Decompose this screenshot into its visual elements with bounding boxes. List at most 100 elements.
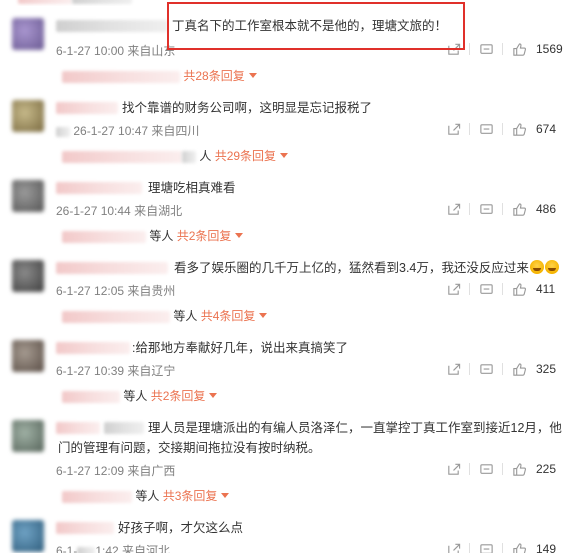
reply-expand-caret[interactable]: [235, 233, 244, 238]
like-icon[interactable]: [505, 200, 533, 218]
comment-icon[interactable]: [472, 460, 500, 478]
comment-actions: 411: [439, 280, 564, 298]
comment-meta: 6-1-27 10:00 来自山东: [56, 42, 175, 59]
share-icon[interactable]: [439, 540, 467, 553]
like-icon[interactable]: [505, 540, 533, 553]
comment-icon[interactable]: [472, 280, 500, 298]
like-icon[interactable]: [505, 360, 533, 378]
username-blurred[interactable]: [56, 342, 130, 354]
share-icon[interactable]: [439, 360, 467, 378]
comment-source: 来自广西: [127, 464, 176, 478]
reply-users-blurred: [62, 70, 180, 83]
action-divider: [502, 463, 503, 475]
action-divider: [469, 283, 470, 295]
action-divider: [469, 463, 470, 475]
comment-icon[interactable]: [472, 40, 500, 58]
avatar[interactable]: [12, 340, 44, 372]
username-blurred[interactable]: [56, 182, 142, 194]
reply-users-suffix: 等人: [135, 489, 160, 503]
avatar[interactable]: [12, 180, 44, 212]
username-blurred[interactable]: [104, 422, 144, 434]
comment-time: 6-1-: [56, 544, 78, 553]
share-icon[interactable]: [439, 460, 467, 478]
like-count: 411: [536, 282, 556, 296]
comment-actions: 225: [439, 460, 564, 478]
like-icon[interactable]: [505, 120, 533, 138]
comment-source: 来自贵州: [127, 284, 176, 298]
comment-meta: 26-1-27 10:44 来自湖北: [56, 202, 182, 219]
comment-source: 来自辽宁: [127, 364, 176, 378]
comment-actions: 674: [439, 120, 564, 138]
action-divider: [502, 363, 503, 375]
comment-meta: 6-1- 1:42 来自河北: [56, 542, 170, 553]
reply-summary[interactable]: 等人 共3条回复: [62, 487, 230, 504]
action-divider: [469, 543, 470, 553]
action-divider: [469, 203, 470, 215]
comment-text-body: 看多了娱乐圈的几千万上亿的，猛然看到3.4万，我还没反应过来: [174, 261, 529, 275]
comment-text-line1: 理人员是理塘派出的有编人员洛泽仁，一直掌控丁真工作室到接近12月，他: [148, 421, 562, 435]
comment-actions: 486: [439, 200, 564, 218]
comment-icon[interactable]: [472, 120, 500, 138]
action-divider: [469, 43, 470, 55]
reply-count-link[interactable]: 共2条回复: [151, 389, 206, 403]
comment-source: 来自河北: [122, 544, 171, 553]
like-icon[interactable]: [505, 40, 533, 58]
reply-expand-caret[interactable]: [209, 393, 218, 398]
username-blurred[interactable]: [56, 422, 100, 434]
reply-summary[interactable]: 等人 共2条回复: [62, 227, 244, 244]
like-icon[interactable]: [505, 280, 533, 298]
comment-icon[interactable]: [472, 540, 500, 553]
comment-text: 找个靠谱的财务公司啊，这明显是忘记报税了: [122, 101, 373, 115]
avatar[interactable]: [12, 520, 44, 552]
like-count: 225: [536, 462, 557, 476]
share-icon[interactable]: [439, 120, 467, 138]
action-divider: [469, 123, 470, 135]
action-divider: [502, 123, 503, 135]
comment-time: 26-1-27 10:44: [56, 204, 131, 218]
comment-source: 来自四川: [151, 124, 200, 138]
reply-count-link[interactable]: 共29条回复: [215, 149, 276, 163]
like-icon[interactable]: [505, 460, 533, 478]
comment-actions: 149: [439, 540, 564, 553]
comment-time: 6-1-27 12:05: [56, 284, 125, 298]
comment-meta: 26-1-27 10:47 来自四川: [56, 122, 199, 139]
reply-count-link[interactable]: 共4条回复: [201, 309, 256, 323]
comment-text: :给那地方奉献好几年，说出来真搞笑了: [132, 341, 348, 355]
comment-text: 理塘吃相真难看: [148, 181, 236, 195]
reply-users-suffix: 等人: [149, 229, 174, 243]
reply-expand-caret[interactable]: [280, 153, 289, 158]
avatar[interactable]: [12, 260, 44, 292]
like-count: 325: [536, 362, 557, 376]
reply-expand-caret[interactable]: [221, 493, 230, 498]
username-blurred[interactable]: [56, 102, 118, 114]
reply-users-suffix: 等人: [123, 389, 148, 403]
share-icon[interactable]: [439, 200, 467, 218]
reply-users-suffix: 等人: [173, 309, 198, 323]
comment-icon[interactable]: [472, 200, 500, 218]
action-divider: [502, 43, 503, 55]
username-blurred[interactable]: [56, 20, 168, 32]
like-count: 149: [536, 542, 557, 553]
reply-summary[interactable]: 等人 共4条回复: [62, 307, 268, 324]
share-icon[interactable]: [439, 280, 467, 298]
avatar[interactable]: [12, 420, 44, 452]
comment-icon[interactable]: [472, 360, 500, 378]
avatar[interactable]: [12, 100, 44, 132]
comment-meta: 6-1-27 12:05 来自贵州: [56, 282, 175, 299]
comment-source: 来自湖北: [134, 204, 183, 218]
username-blurred[interactable]: [56, 262, 168, 274]
avatar[interactable]: [12, 18, 44, 50]
action-divider: [502, 543, 503, 553]
reply-count-link[interactable]: 共2条回复: [177, 229, 232, 243]
action-divider: [469, 363, 470, 375]
reply-count-link[interactable]: 共28条回复: [183, 69, 244, 83]
reply-summary[interactable]: 人 共29条回复: [62, 147, 289, 164]
reply-expand-caret[interactable]: [248, 73, 257, 78]
reply-summary[interactable]: 共28条回复: [62, 67, 257, 84]
reply-count-link[interactable]: 共3条回复: [163, 489, 218, 503]
reply-summary[interactable]: 等人 共2条回复: [62, 387, 218, 404]
username-blurred[interactable]: [56, 522, 114, 534]
reply-expand-caret[interactable]: [259, 313, 268, 318]
comment-time: 6-1-27 12:09: [56, 464, 125, 478]
comment-time: 6-1-27 10:00: [56, 44, 125, 58]
